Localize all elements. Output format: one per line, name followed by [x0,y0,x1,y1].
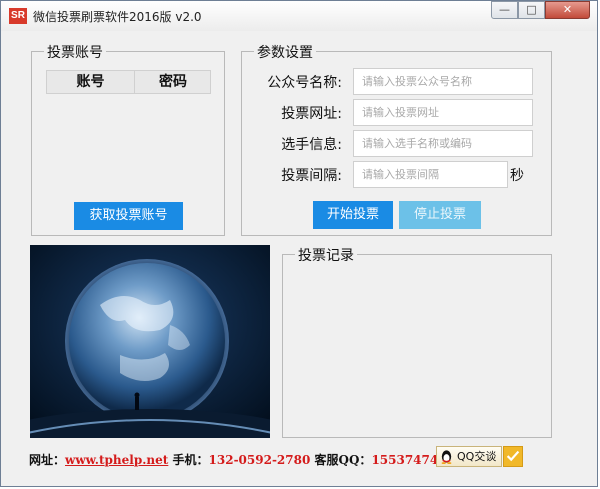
accounts-grid-body[interactable] [46,94,211,184]
title-bar[interactable]: SR 微信投票刷票软件2016版 v2.0 — □ ✕ [1,1,597,31]
earth-image [30,245,270,438]
qq-chat-button[interactable]: QQ交谈 [436,446,502,467]
official-account-input[interactable] [353,68,533,95]
settings-legend: 参数设置 [254,42,316,62]
qq-label: 客服QQ： [314,453,372,467]
accounts-legend: 投票账号 [44,42,106,62]
qq-chat-label: QQ交谈 [457,450,497,463]
accounts-grid-header: 账号 密码 [46,70,211,94]
official-account-label: 公众号名称: [267,75,342,91]
vote-url-label: 投票网址: [281,106,342,122]
maximize-button[interactable]: □ [518,1,545,19]
app-window: SR 微信投票刷票软件2016版 v2.0 — □ ✕ 投票账号 账号 密码 获… [0,0,598,487]
settings-group: 参数设置 公众号名称: 投票网址: 选手信息: 投票间隔: 秒 开始投票 停止投… [241,42,552,236]
window-title: 微信投票刷票软件2016版 v2.0 [33,10,202,24]
candidate-info-label: 选手信息: [281,137,342,153]
site-link[interactable]: www.tphelp.net [65,453,168,467]
start-vote-button[interactable]: 开始投票 [313,201,393,229]
phone-label: 手机： [172,453,209,467]
records-legend: 投票记录 [295,245,357,265]
qq-penguin-icon [441,450,452,464]
candidate-info-input[interactable] [353,130,533,157]
vote-url-input[interactable] [353,99,533,126]
phone-number: 132-0592-2780 [208,453,311,467]
stop-vote-button[interactable]: 停止投票 [399,201,481,229]
minimize-icon: — [499,3,510,16]
close-button[interactable]: ✕ [545,1,590,19]
accounts-group: 投票账号 账号 密码 获取投票账号 [31,42,225,236]
interval-unit-label: 秒 [510,168,524,184]
fetch-accounts-button[interactable]: 获取投票账号 [74,202,183,230]
maximize-icon: □ [526,3,537,16]
vote-interval-input[interactable] [353,161,508,188]
checkmark-glyph [506,450,520,462]
column-header-password[interactable]: 密码 [135,71,211,93]
footer-info: 网址：www.tphelp.net 手机：132-0592-2780 客服QQ：… [29,451,455,467]
app-icon: SR [9,8,27,24]
check-icon[interactable] [503,446,523,467]
records-group: 投票记录 [282,245,552,438]
close-icon: ✕ [562,3,573,16]
minimize-button[interactable]: — [491,1,518,19]
earth-illustration [30,245,270,438]
records-list[interactable] [287,267,547,433]
site-label: 网址： [29,453,66,467]
column-header-account[interactable]: 账号 [47,71,135,93]
vote-interval-label: 投票间隔: [281,168,342,184]
